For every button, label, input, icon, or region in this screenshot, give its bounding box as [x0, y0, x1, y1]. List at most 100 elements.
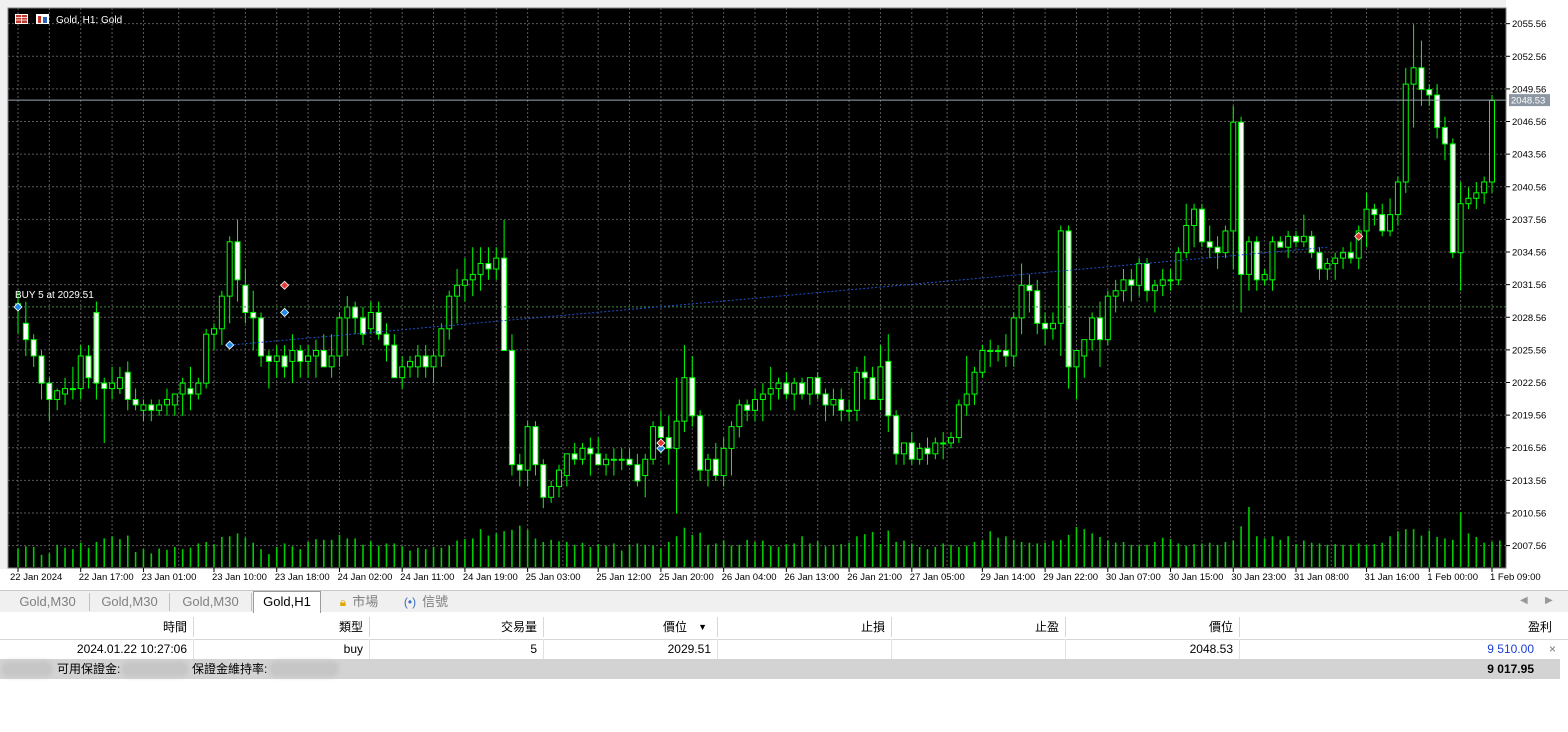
candle-body	[697, 415, 704, 471]
tab-gold-m30[interactable]: Gold,M30	[170, 593, 252, 611]
candle-body	[38, 355, 45, 384]
candle-body	[1018, 284, 1025, 319]
candle-body	[1473, 192, 1480, 199]
time-label: 22 Jan 17:00	[79, 572, 134, 583]
candle-body	[555, 469, 562, 487]
price-label: 2013.56	[1512, 476, 1546, 487]
candle-body	[273, 355, 280, 362]
margin-level-label: 保證金維持率:	[192, 662, 268, 676]
candle-body	[814, 377, 821, 395]
candle-body	[948, 437, 955, 444]
tab-gold-h1[interactable]: Gold,H1	[253, 591, 321, 613]
price-chart[interactable]: 2055.56 2052.56 2049.56 2046.56 2043.56 2040.…	[0, 0, 1568, 590]
candle-body	[1441, 127, 1448, 145]
col-sl[interactable]: 止損	[718, 617, 892, 637]
candle-body	[642, 458, 649, 477]
candle-body	[634, 464, 641, 482]
col-type[interactable]: 類型	[194, 617, 370, 637]
candle-body	[744, 404, 751, 411]
candle-body	[203, 333, 210, 384]
candle-body	[524, 426, 531, 471]
candle-body	[995, 350, 1002, 353]
table-header: 時間 類型 交易量 價位 ▼ 止損 止盈 價位 盈利	[0, 613, 1568, 640]
row-sl[interactable]	[718, 639, 892, 659]
candle-body	[469, 273, 476, 281]
tab-signals[interactable]: (•) 信號	[398, 593, 454, 611]
price-label: 2049.56	[1512, 84, 1546, 95]
candle-body	[838, 398, 845, 411]
candle-body	[46, 382, 53, 400]
close-position-icon[interactable]: ×	[1540, 639, 1558, 659]
price-label: 2016.56	[1512, 443, 1546, 454]
candle-body	[846, 409, 853, 412]
time-label: 22 Jan 2024	[10, 572, 62, 583]
candle-body	[563, 453, 570, 477]
time-label: 26 Jan 21:00	[847, 572, 902, 583]
row-price: 2048.53	[1066, 639, 1240, 659]
candle-body	[116, 377, 123, 390]
price-label: 2028.56	[1512, 313, 1546, 324]
candle-body	[1347, 252, 1354, 259]
candle-body	[540, 464, 547, 498]
col-time[interactable]: 時間	[55, 617, 194, 637]
scroll-left-icon[interactable]: ◀	[1520, 595, 1528, 606]
candle-body	[1308, 235, 1315, 254]
time-label: 29 Jan 14:00	[980, 572, 1035, 583]
candle-body	[759, 393, 766, 400]
time-label: 25 Jan 12:00	[596, 572, 651, 583]
candle-body	[908, 442, 915, 460]
candle-body	[1410, 67, 1417, 85]
time-label: 23 Jan 10:00	[212, 572, 267, 583]
tab-signals-label: 信號	[422, 594, 449, 609]
tab-gold-m30[interactable]: Gold,M30	[90, 593, 170, 611]
chart-background	[8, 8, 1506, 568]
candle-body	[93, 311, 100, 384]
summary-total: 9 017.95	[1487, 662, 1534, 676]
time-label: 27 Jan 05:00	[910, 572, 965, 583]
candle-body	[1049, 322, 1056, 330]
tab-gold-m30[interactable]: Gold,M30	[6, 593, 90, 611]
candle-body	[603, 458, 610, 466]
candle-body	[940, 442, 947, 445]
candle-body	[54, 390, 61, 400]
candle-body	[869, 377, 876, 400]
chart-window[interactable]: 2055.56 2052.56 2049.56 2046.56 2043.56 2040.…	[0, 0, 1568, 590]
candle-body	[328, 355, 335, 368]
row-tp[interactable]	[892, 639, 1066, 659]
candle-body	[493, 257, 500, 270]
candle-body	[1300, 235, 1307, 243]
candle-body	[963, 393, 970, 406]
candle-body	[485, 263, 492, 270]
trade-terminal: 時間 類型 交易量 價位 ▼ 止損 止盈 價位 盈利 2024.01.22 10…	[0, 613, 1568, 732]
col-tp[interactable]: 止盈	[892, 617, 1066, 637]
time-label: 30 Jan 23:00	[1231, 572, 1286, 583]
row-time: 2024.01.22 10:27:06	[55, 639, 194, 659]
scroll-right-icon[interactable]: ▶	[1545, 595, 1553, 606]
candle-body	[1465, 197, 1472, 205]
candle-body	[148, 404, 155, 411]
candle-body	[242, 284, 249, 313]
chart-title: Gold, H1: Gold	[56, 15, 122, 26]
candle-body	[234, 241, 241, 281]
candle-body	[885, 360, 892, 417]
tab-market[interactable]: 🔒︎ 市場	[330, 593, 388, 611]
candle-body	[1387, 214, 1394, 232]
col-open-price[interactable]: 價位 ▼	[544, 617, 718, 637]
candle-body	[1198, 208, 1205, 243]
candle-body	[508, 350, 515, 466]
time-label: 31 Jan 08:00	[1294, 572, 1349, 583]
candle-body	[1136, 263, 1143, 286]
candle-body	[1394, 181, 1401, 216]
col-volume[interactable]: 交易量	[370, 617, 544, 637]
candle-body	[1245, 241, 1252, 275]
col-price[interactable]: 價位	[1066, 617, 1240, 637]
col-profit[interactable]: 盈利	[1240, 617, 1558, 637]
chart-type-icon	[36, 14, 49, 24]
candle-body	[1426, 89, 1433, 96]
candle-body	[140, 404, 147, 411]
candle-body	[1489, 99, 1495, 183]
candle-body	[218, 295, 225, 330]
candle-body	[979, 350, 986, 373]
candle-body	[1081, 339, 1088, 357]
candle-body	[618, 458, 625, 461]
